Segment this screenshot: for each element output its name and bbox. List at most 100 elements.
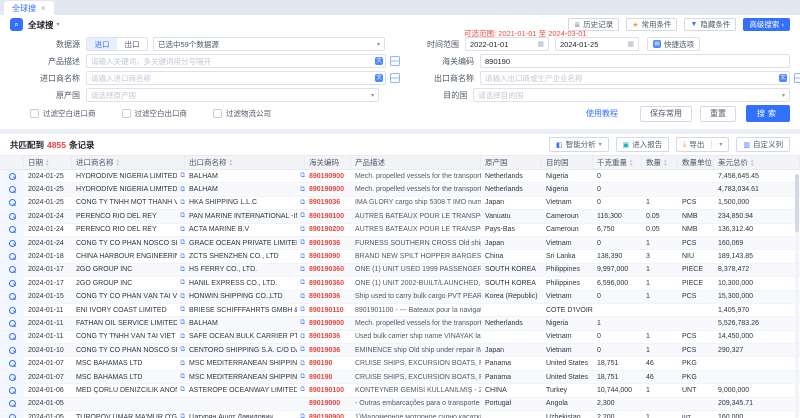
search-button[interactable]: 搜索 (746, 105, 790, 122)
chevron-down-icon[interactable]: ▾ (57, 21, 60, 28)
sort-icon[interactable]: ▲▼ (629, 159, 633, 165)
magnifier-icon[interactable] (9, 266, 16, 273)
hs-code-cell[interactable]: 89019090 (305, 250, 351, 262)
magnifier-icon[interactable] (9, 253, 16, 260)
chevron-down-icon[interactable]: ▾ (719, 141, 722, 148)
origin-country-select[interactable]: 请选择原产国▾ (86, 88, 379, 102)
row-detail-cell[interactable] (0, 250, 24, 262)
hs-code-cell[interactable]: 89019036 (305, 237, 351, 249)
magnifier-icon[interactable] (9, 226, 16, 233)
table-row[interactable]: 2024-01-172GO GROUP INC⧉HANIL EXPRESS CO… (0, 277, 800, 290)
hs-code-cell[interactable]: 890190200 (305, 224, 351, 236)
table-row[interactable]: 2024-01-0589019000- Outras embarcações p… (0, 398, 800, 411)
sort-icon[interactable]: ▲▼ (45, 159, 49, 165)
hs-code-cell[interactable]: 890190100 (305, 384, 351, 396)
table-row[interactable]: 2024-01-11ENI IVORY COAST LIMITED⧉BRIESE… (0, 304, 800, 317)
table-row[interactable]: 2024-01-11FATHAN OIL SERVICE LIMITED⧉BAL… (0, 317, 800, 330)
hs-code-cell[interactable]: 89019000 (305, 398, 351, 410)
hs-code-cell[interactable]: 89019036 (305, 344, 351, 356)
sort-icon[interactable]: ▲▼ (116, 159, 120, 165)
magnifier-icon[interactable] (9, 240, 16, 247)
row-detail-cell[interactable] (0, 411, 24, 418)
favorites-button[interactable]: ★常用条件 (626, 18, 677, 31)
row-detail-cell[interactable] (0, 331, 24, 343)
magnifier-icon[interactable] (9, 374, 16, 381)
end-date-input[interactable]: 2024-01-25▦ (555, 37, 639, 51)
hs-code-cell[interactable]: 890190360 (305, 264, 351, 276)
hs-code-cell[interactable]: 890190 (305, 357, 351, 369)
hs-code-cell[interactable]: 890190900 (305, 170, 351, 182)
hs-code-cell[interactable]: 890190900 (305, 411, 351, 418)
dest-country-select[interactable]: 请选择目的国▾ (473, 88, 790, 102)
row-detail-cell[interactable] (0, 304, 24, 316)
sort-icon[interactable]: ▲▼ (750, 159, 754, 165)
hs-code-cell[interactable]: 890190900 (305, 317, 351, 329)
table-row[interactable]: 2024-01-10CÔNG TY CỔ PHẦN NOSCO SHIPYARD… (0, 344, 800, 357)
save-conditions-button[interactable]: 保存常用 (640, 106, 692, 122)
more-options-icon[interactable] (390, 56, 400, 66)
table-row[interactable]: 2024-01-06MED ÇORLU DENİZCİLİK ANONİM Şİ… (0, 384, 800, 397)
hs-code-cell[interactable]: 890190100 (305, 210, 351, 222)
export-toggle[interactable]: 出口 (117, 38, 147, 50)
column-header[interactable]: 数量▲▼ (642, 156, 678, 169)
row-detail-cell[interactable] (0, 170, 24, 182)
magnifier-icon[interactable] (9, 173, 16, 180)
hide-filters-button[interactable]: ▼隐藏条件 (684, 18, 736, 31)
scrollbar[interactable] (795, 174, 799, 418)
magnifier-icon[interactable] (9, 213, 16, 220)
exporter-input[interactable] (480, 71, 790, 85)
hs-code-cell[interactable]: 890190 (305, 371, 351, 383)
magnifier-icon[interactable] (9, 293, 16, 300)
column-header[interactable]: 日期▲▼ (24, 156, 72, 169)
hs-code-input[interactable] (480, 54, 790, 68)
table-row[interactable]: 2024-01-18CHINA HARBOUR ENGINEERING CO L… (0, 250, 800, 263)
tab-global-search[interactable]: 全球搜 × (4, 1, 54, 15)
more-options-icon[interactable] (794, 73, 800, 83)
translate-icon[interactable]: 文 (375, 57, 383, 65)
magnifier-icon[interactable] (9, 400, 16, 407)
magnifier-icon[interactable] (9, 387, 16, 394)
row-detail-cell[interactable] (0, 183, 24, 195)
magnifier-icon[interactable] (9, 186, 16, 193)
sort-icon[interactable]: ▲▼ (229, 159, 233, 165)
column-header[interactable]: 出口商名称▲▼ (185, 156, 305, 169)
export-button[interactable]: ⤓导出▾ (676, 137, 729, 152)
start-date-input[interactable]: 2022-01-01▦ (465, 37, 549, 51)
hs-code-cell[interactable]: 89019036 (305, 331, 351, 343)
table-row[interactable]: 2024-01-15CÔNG TY CỔ PHẦN VẬN TẢI VÀ TIẾ… (0, 291, 800, 304)
column-header[interactable]: 千克重量▲▼ (593, 156, 642, 169)
table-row[interactable]: 2024-01-05TUROPOV UMAR MA'MUR O'G'LI⧉Цат… (0, 411, 800, 418)
magnifier-icon[interactable] (9, 320, 16, 327)
tutorial-link[interactable]: 使用教程 (586, 108, 618, 119)
table-row[interactable]: 2024-01-24PERENCO RIO DEL REY⧉ACTA MARIN… (0, 224, 800, 237)
column-header[interactable]: 进口商名称▲▼ (72, 156, 185, 169)
row-detail-cell[interactable] (0, 344, 24, 356)
magnifier-icon[interactable] (9, 347, 16, 354)
translate-icon[interactable]: 文 (779, 74, 787, 82)
translate-icon[interactable]: 文 (375, 74, 383, 82)
magnifier-icon[interactable] (9, 307, 16, 314)
magnifier-icon[interactable] (9, 333, 16, 340)
row-detail-cell[interactable] (0, 224, 24, 236)
product-desc-input[interactable] (86, 54, 386, 68)
row-detail-cell[interactable] (0, 357, 24, 369)
magnifier-icon[interactable] (9, 414, 16, 418)
hs-code-cell[interactable]: 89019036 (305, 197, 351, 209)
quick-options-button[interactable]: ▤快捷选项 (647, 37, 700, 51)
row-detail-cell[interactable] (0, 264, 24, 276)
scrollbar-thumb[interactable] (795, 174, 799, 232)
data-source-select[interactable]: 已选中59个数据源▾ (153, 37, 385, 51)
checkbox-filter-empty-exporter[interactable]: 过滤空白出口商 (122, 108, 188, 119)
import-toggle[interactable]: 进口 (87, 38, 117, 50)
row-detail-cell[interactable] (0, 317, 24, 329)
table-row[interactable]: 2024-01-24PERENCO RIO DEL REY⧉PAN MARINE… (0, 210, 800, 223)
magnifier-icon[interactable] (9, 199, 16, 206)
reset-button[interactable]: 重置 (700, 106, 736, 122)
checkbox-filter-logistics[interactable]: 过滤物流公司 (213, 108, 271, 119)
table-row[interactable]: 2024-01-25CÔNG TY TNHH MỘT THÀNH VIÊN ĐÔ… (0, 197, 800, 210)
checkbox-filter-empty-importer[interactable]: 过滤空白进口商 (30, 108, 96, 119)
row-detail-cell[interactable] (0, 237, 24, 249)
column-header[interactable]: 美元总价▲▼ (714, 156, 800, 169)
importer-input[interactable] (86, 71, 386, 85)
more-options-icon[interactable] (390, 73, 400, 83)
